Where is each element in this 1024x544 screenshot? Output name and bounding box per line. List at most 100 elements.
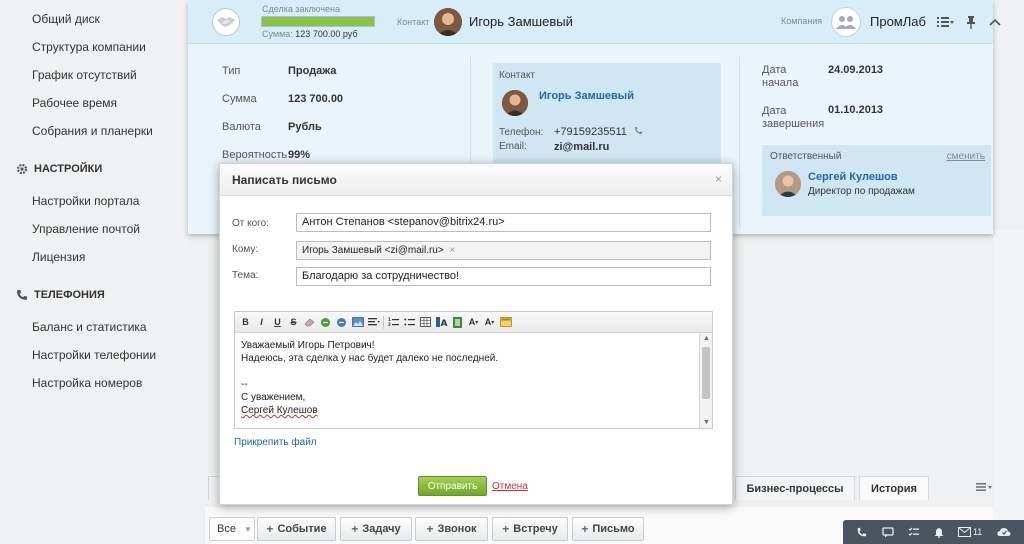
- add-meeting-button[interactable]: + Встречу: [492, 517, 568, 541]
- message-line: Уважаемый Игорь Петрович!: [241, 340, 375, 351]
- tab-business-processes[interactable]: Бизнес-процессы: [735, 476, 855, 500]
- contact-email-value[interactable]: zi@mail.ru: [554, 141, 609, 153]
- strikethrough-icon[interactable]: S: [287, 316, 300, 329]
- plus-icon: +: [426, 522, 434, 536]
- cancel-link[interactable]: Отмена: [492, 481, 528, 492]
- sidebar-item-company-structure[interactable]: Структура компании: [32, 40, 146, 54]
- unlink-icon[interactable]: [335, 316, 348, 329]
- message-line: Надеюсь, эта сделка у нас будет далеко н…: [241, 353, 499, 364]
- sidebar-section-settings[interactable]: НАСТРОЙКИ: [16, 163, 102, 175]
- video-icon[interactable]: [451, 316, 464, 329]
- sidebar-item-portal-settings[interactable]: Настройки портала: [32, 194, 139, 208]
- end-date-label-line1: Дата: [762, 105, 787, 117]
- bullet-list-icon[interactable]: [403, 316, 416, 329]
- cloud-icon[interactable]: [997, 527, 1011, 537]
- svg-text:A: A: [440, 319, 447, 327]
- phone-icon: [16, 289, 28, 301]
- sidebar-item-mail-management[interactable]: Управление почтой: [32, 222, 140, 236]
- message-line: С уважением,: [241, 392, 306, 403]
- activity-filter-select[interactable]: Все ▼: [209, 517, 255, 541]
- contact-box-title: Контакт: [499, 70, 536, 81]
- chevron-up-icon[interactable]: [986, 14, 1004, 30]
- from-label: От кого:: [232, 218, 269, 229]
- mail-icon[interactable]: 11: [957, 527, 983, 537]
- tabs-menu-icon[interactable]: [975, 480, 993, 495]
- responsible-position: Директор по продажам: [808, 186, 915, 197]
- add-task-button[interactable]: + Задачу: [340, 517, 412, 541]
- sidebar-item-work-time[interactable]: Рабочее время: [32, 96, 117, 110]
- sidebar-item-balance-stats[interactable]: Баланс и статистика: [32, 320, 147, 334]
- field-type-value: Продажа: [288, 65, 337, 77]
- responsible-name[interactable]: Сергей Кулешов: [808, 171, 898, 183]
- field-sum-label: Сумма: [222, 93, 257, 105]
- chat-icon[interactable]: [882, 526, 894, 538]
- bell-icon[interactable]: [934, 527, 944, 538]
- font-size-icon[interactable]: A ▾: [467, 316, 480, 329]
- subject-field[interactable]: Благодарю за сотрудничество!: [296, 267, 711, 286]
- plus-icon: +: [266, 522, 274, 536]
- scroll-up-icon[interactable]: ▲: [703, 335, 710, 342]
- list-settings-icon[interactable]: [936, 14, 954, 30]
- sidebar-item-meetings[interactable]: Собрания и планерки: [32, 124, 153, 138]
- sidebar-item-shared-disk[interactable]: Общий диск: [32, 12, 100, 26]
- from-field[interactable]: Антон Степанов <stepanov@bitrix24.ru>: [296, 213, 711, 232]
- contact-email-label: Email:: [499, 141, 527, 152]
- add-email-button[interactable]: + Письмо: [572, 517, 644, 541]
- sidebar-section-telephony[interactable]: ТЕЛЕФОНИЯ: [16, 289, 105, 301]
- attach-file-link[interactable]: Прикрепить файл: [234, 437, 317, 448]
- scroll-down-icon[interactable]: ▼: [703, 419, 710, 426]
- add-event-button[interactable]: + Событие: [257, 517, 336, 541]
- scrollbar-thumb[interactable]: [702, 347, 710, 399]
- start-date-label-line2: начала: [762, 77, 799, 89]
- align-icon[interactable]: [367, 316, 380, 329]
- contact-phone-value[interactable]: +79159235511: [554, 126, 627, 138]
- plus-icon: +: [581, 522, 589, 536]
- message-editor[interactable]: B I U S 12 A A ▾ A ▾ Уважаемый Игорь Петро…: [234, 311, 713, 429]
- header-company-name[interactable]: ПромЛаб: [870, 14, 926, 29]
- company-icon[interactable]: [831, 7, 861, 37]
- gear-icon: [16, 163, 28, 175]
- tab-history[interactable]: История: [859, 476, 929, 500]
- responsible-box: Ответственный сменить Сергей Кулешов Дир…: [762, 145, 991, 216]
- message-body[interactable]: Уважаемый Игорь Петрович! Надеюсь, эта с…: [241, 339, 693, 417]
- html-source-icon[interactable]: [499, 316, 512, 329]
- font-icon[interactable]: A: [435, 316, 448, 329]
- editor-scrollbar[interactable]: ▲ ▼: [699, 333, 712, 428]
- bold-icon[interactable]: B: [239, 316, 252, 329]
- underline-icon[interactable]: U: [271, 316, 284, 329]
- contact-avatar[interactable]: [434, 8, 462, 36]
- responsible-title: Ответственный: [770, 151, 842, 162]
- font-color-icon[interactable]: A ▾: [483, 316, 496, 329]
- call-icon[interactable]: [634, 126, 643, 138]
- remove-recipient-icon[interactable]: ×: [450, 245, 456, 256]
- contact-box-avatar[interactable]: [502, 90, 528, 116]
- responsible-avatar[interactable]: [775, 171, 801, 197]
- pin-icon[interactable]: [962, 14, 980, 30]
- column-divider: [739, 57, 740, 227]
- end-date-label-line2: завершения: [762, 118, 825, 130]
- phone-icon[interactable]: [856, 527, 867, 538]
- checklist-icon[interactable]: [908, 527, 920, 538]
- contact-box: Контакт Игорь Замшевый Телефон: +7915923…: [493, 63, 721, 163]
- to-field[interactable]: Игорь Замшевый <zi@mail.ru> ×: [296, 241, 711, 260]
- link-icon[interactable]: [319, 316, 332, 329]
- messenger-bar: 11: [843, 520, 1024, 544]
- close-icon[interactable]: ×: [715, 172, 722, 186]
- sidebar-item-number-settings[interactable]: Настройка номеров: [32, 376, 142, 390]
- numbered-list-icon[interactable]: 12: [387, 316, 400, 329]
- send-button[interactable]: Отправить: [418, 476, 487, 496]
- mail-count-badge: 11: [972, 527, 983, 537]
- image-icon[interactable]: [351, 316, 364, 329]
- message-line: [241, 365, 693, 378]
- contact-box-name[interactable]: Игорь Замшевый: [539, 90, 634, 102]
- change-responsible-link[interactable]: сменить: [947, 151, 985, 162]
- sidebar-item-absence-chart[interactable]: График отсутствий: [32, 68, 137, 82]
- italic-icon[interactable]: I: [255, 316, 268, 329]
- sidebar-item-telephony-settings[interactable]: Настройки телефонии: [32, 348, 156, 362]
- add-event-label: Событие: [277, 523, 327, 535]
- sidebar-item-license[interactable]: Лицензия: [32, 250, 85, 264]
- header-contact-name[interactable]: Игорь Замшевый: [469, 14, 573, 29]
- add-call-button[interactable]: + Звонок: [415, 517, 488, 541]
- eraser-icon[interactable]: [303, 316, 316, 329]
- table-icon[interactable]: [419, 316, 432, 329]
